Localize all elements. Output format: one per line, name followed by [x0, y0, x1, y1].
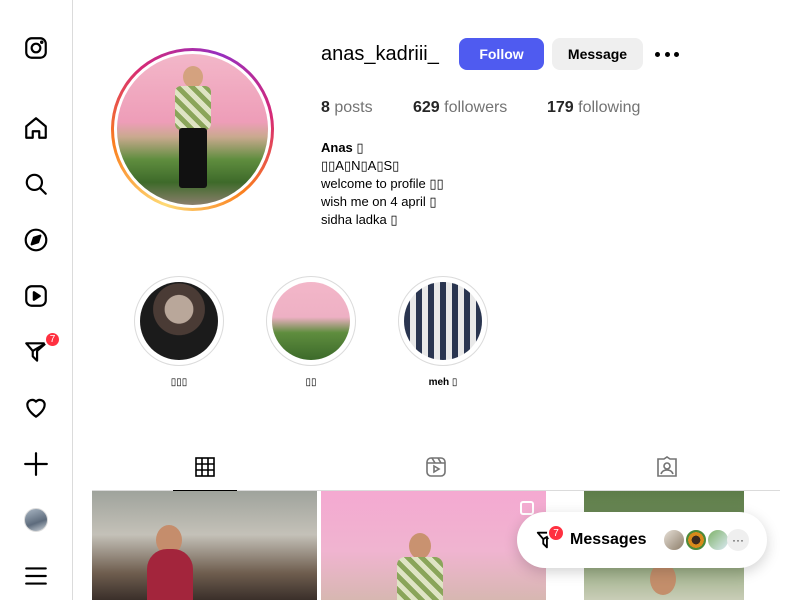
bio-line: wish me on 4 april ▯ [321, 194, 437, 209]
instagram-logo-icon[interactable] [22, 34, 50, 62]
display-name: Anas ▯ [321, 140, 364, 155]
posts-stat: 8 posts [321, 99, 373, 117]
story-highlight[interactable]: ▯▯▯ [134, 276, 224, 388]
conversation-avatar [662, 528, 686, 552]
bio-line: welcome to profile ▯▯ [321, 176, 444, 191]
more-menu-icon[interactable] [22, 562, 50, 590]
messages-pill-badge: 7 [547, 524, 565, 542]
bio: Anas ▯ ▯▯A▯N▯A▯S▯ welcome to profile ▯▯ … [321, 139, 444, 229]
messages-icon[interactable]: 7 [22, 331, 61, 366]
sidebar: 7 [0, 0, 73, 600]
messages-pill-label: Messages [570, 531, 647, 548]
explore-icon[interactable] [22, 226, 50, 254]
home-icon[interactable] [22, 114, 50, 142]
bio-line: sidha ladka ▯ [321, 212, 398, 227]
following-label: following [578, 99, 641, 116]
followers-label: followers [444, 99, 508, 116]
message-button[interactable]: Message [552, 38, 643, 70]
reels-tab-icon [426, 457, 446, 477]
highlight-cover [272, 282, 350, 360]
profile-picture[interactable] [111, 48, 274, 211]
carousel-icon [520, 501, 534, 515]
conversation-avatar [684, 528, 708, 552]
tab-reels[interactable] [404, 453, 468, 491]
more-conversations-icon: ··· [727, 529, 749, 551]
followers-stat[interactable]: 629 followers [413, 99, 507, 117]
messages-badge: 7 [44, 331, 61, 348]
follow-button[interactable]: Follow [459, 38, 544, 70]
tab-posts[interactable] [173, 453, 237, 491]
highlight-label: meh ▯ [428, 377, 458, 388]
tagged-icon [657, 456, 677, 477]
posts-label: posts [334, 99, 373, 116]
bio-line: ▯▯A▯N▯A▯S▯ [321, 158, 400, 173]
post-thumbnail[interactable] [92, 491, 317, 600]
highlight-label: ▯▯▯ [170, 377, 188, 388]
following-stat[interactable]: 179 following [547, 99, 640, 117]
highlight-cover [404, 282, 482, 360]
notifications-heart-icon[interactable] [22, 394, 50, 422]
posts-grid-icon [195, 457, 215, 477]
profile-photo [117, 54, 268, 205]
posts-count: 8 [321, 99, 330, 116]
messages-pill[interactable]: 7 Messages ··· [517, 512, 767, 568]
story-highlight[interactable]: meh ▯ [398, 276, 488, 388]
highlight-cover [140, 282, 218, 360]
following-count: 179 [547, 99, 574, 116]
avatar [24, 508, 48, 532]
tab-tagged[interactable] [635, 453, 699, 491]
post-thumbnail[interactable] [321, 491, 546, 600]
more-options-icon[interactable] [655, 44, 679, 64]
reels-icon[interactable] [22, 282, 50, 310]
username: anas_kadriii_ [321, 43, 439, 65]
followers-count: 629 [413, 99, 440, 116]
search-icon[interactable] [22, 170, 50, 198]
profile-avatar[interactable] [22, 506, 50, 534]
create-plus-icon[interactable] [22, 450, 50, 478]
story-highlight[interactable]: ▯▯ [266, 276, 356, 388]
highlight-label: ▯▯ [305, 377, 317, 388]
